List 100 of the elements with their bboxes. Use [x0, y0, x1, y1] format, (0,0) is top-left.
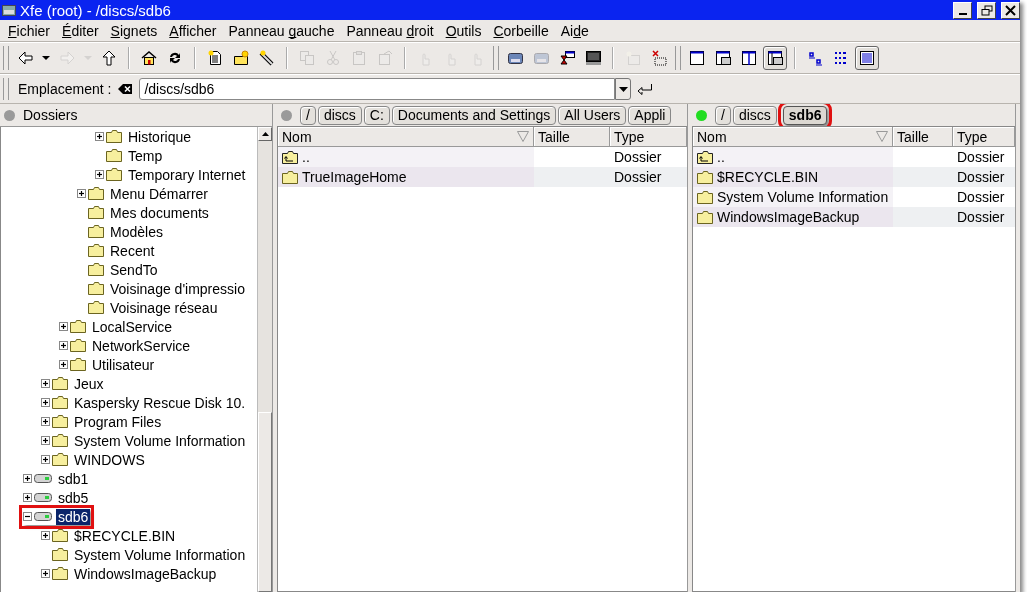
menu-item[interactable]: Afficher	[163, 22, 223, 39]
details-button[interactable]	[855, 46, 879, 70]
menu-item[interactable]: Panneau droit	[340, 22, 440, 39]
tree-item[interactable]: Menu Démarrer	[108, 185, 211, 202]
folder-icon	[88, 206, 104, 219]
path-button[interactable]: Appli	[628, 105, 672, 125]
column-header[interactable]: Type	[610, 127, 687, 147]
file-row[interactable]: WindowsImageBackup Dossier	[693, 207, 1015, 227]
tree-item[interactable]: sdb5	[56, 489, 91, 506]
tree-item[interactable]: $RECYCLE.BIN	[72, 527, 178, 544]
file-type-cell-text: Dossier	[956, 168, 1006, 187]
tree-item[interactable]: SendTo	[108, 261, 160, 278]
file-name-cell[interactable]: WindowsImageBackup	[693, 207, 893, 227]
column-header[interactable]: Type	[953, 127, 1015, 147]
tree-item[interactable]: sdb6	[56, 508, 91, 525]
refresh-icon	[167, 50, 183, 66]
expand-icon[interactable]	[95, 170, 104, 179]
tree-item[interactable]: Temp	[126, 147, 165, 164]
expand-icon[interactable]	[41, 455, 50, 464]
folder-icon	[88, 301, 104, 314]
expand-icon[interactable]	[59, 360, 68, 369]
file-name-cell[interactable]: TrueImageHome	[278, 167, 534, 187]
expand-icon[interactable]	[59, 322, 68, 331]
tree-item[interactable]: Jeux	[72, 375, 106, 392]
menu-item[interactable]: Outils	[439, 22, 488, 39]
column-header[interactable]: Taille	[534, 127, 610, 147]
tree-split-panel-button[interactable]	[763, 46, 787, 70]
file-row[interactable]: TrueImageHome Dossier	[278, 167, 687, 187]
expand-icon[interactable]	[23, 493, 32, 502]
tree-item[interactable]: Mes documents	[108, 204, 211, 221]
tree-item[interactable]: Modèles	[108, 223, 165, 240]
close-button[interactable]	[1001, 1, 1020, 19]
expand-icon[interactable]	[41, 569, 50, 578]
menu-item[interactable]: Aide	[554, 22, 595, 39]
new-window-icon	[625, 50, 641, 66]
folder-icon	[52, 529, 68, 542]
tree-item[interactable]: WINDOWS	[72, 451, 147, 468]
tree-item[interactable]: Recent	[108, 242, 157, 259]
minimize-button[interactable]	[953, 1, 972, 19]
path-button[interactable]: All Users	[558, 105, 627, 125]
menu-item[interactable]: Panneau gauche	[222, 22, 341, 39]
clear-location-button[interactable]	[117, 83, 134, 95]
expand-icon[interactable]	[23, 474, 32, 483]
path-button[interactable]: C:	[363, 105, 390, 125]
path-button[interactable]: discs	[317, 105, 362, 125]
path-button[interactable]: discs	[732, 105, 777, 125]
expand-icon[interactable]	[41, 417, 50, 426]
tree-item[interactable]: System Volume Information	[72, 546, 248, 563]
folder-icon	[70, 320, 86, 333]
file-row[interactable]: System Volume Information Dossier	[693, 187, 1015, 207]
menu-item[interactable]: Signets	[104, 22, 164, 39]
expand-icon[interactable]	[41, 436, 50, 445]
file-row[interactable]: .. Dossier	[693, 147, 1015, 167]
path-button[interactable]: Documents and Settings	[391, 105, 557, 125]
menu-item[interactable]: Corbeille	[487, 22, 555, 39]
path-button[interactable]: /	[715, 105, 731, 125]
drive-icon	[34, 493, 52, 502]
tree-item[interactable]: Utilisateur	[90, 356, 157, 373]
column-header[interactable]: Nom	[693, 127, 893, 147]
scroll-up-button[interactable]	[258, 127, 272, 141]
file-row[interactable]: $RECYCLE.BIN Dossier	[693, 167, 1015, 187]
restore-button[interactable]	[977, 1, 996, 19]
file-name-cell[interactable]: ..	[278, 147, 534, 167]
file-name-cell[interactable]: System Volume Information	[693, 187, 893, 207]
file-name-cell[interactable]: $RECYCLE.BIN	[693, 167, 893, 187]
menu-item[interactable]: Fichier	[2, 22, 57, 39]
location-dropdown-button[interactable]	[615, 78, 632, 100]
location-field[interactable]: /discs/sdb6	[139, 78, 616, 100]
clear-icon	[117, 83, 134, 95]
expand-icon[interactable]	[41, 531, 50, 540]
expand-icon[interactable]	[41, 379, 50, 388]
menu-item[interactable]: Éditer	[56, 22, 105, 39]
tree-item[interactable]: Temporary Internet	[126, 166, 248, 183]
tree-item[interactable]: LocalService	[90, 318, 175, 335]
tree-item[interactable]: Voisinage réseau	[108, 299, 220, 316]
go-button[interactable]	[637, 83, 654, 95]
column-header[interactable]: Nom	[278, 127, 534, 147]
tree-item[interactable]: System Volume Information	[72, 432, 248, 449]
folder-icon	[106, 149, 122, 162]
tree-item[interactable]: Program Files	[72, 413, 164, 430]
collapse-icon[interactable]	[23, 512, 32, 521]
expand-icon[interactable]	[95, 132, 104, 141]
file-name-cell[interactable]: ..	[693, 147, 893, 167]
parent-folder-icon	[697, 150, 713, 164]
sort-icon	[876, 131, 888, 142]
scrollbar-thumb[interactable]	[258, 412, 272, 592]
tree-item[interactable]: Voisinage d'impressio	[108, 280, 247, 297]
expand-icon[interactable]	[59, 341, 68, 350]
tree-item[interactable]: sdb1	[56, 470, 91, 487]
tree-item[interactable]: WindowsImageBackup	[72, 565, 219, 582]
tree-item[interactable]: Kaspersky Rescue Disk 10.	[72, 394, 248, 411]
tree-item[interactable]: NetworkService	[90, 337, 193, 354]
path-button[interactable]: /	[300, 105, 316, 125]
expand-icon[interactable]	[77, 189, 86, 198]
scissors-icon	[325, 50, 341, 66]
expand-icon[interactable]	[41, 398, 50, 407]
file-row[interactable]: .. Dossier	[278, 147, 687, 167]
tree-item[interactable]: Historique	[126, 128, 194, 145]
column-header[interactable]: Taille	[893, 127, 953, 147]
scrollbar[interactable]	[257, 127, 272, 592]
